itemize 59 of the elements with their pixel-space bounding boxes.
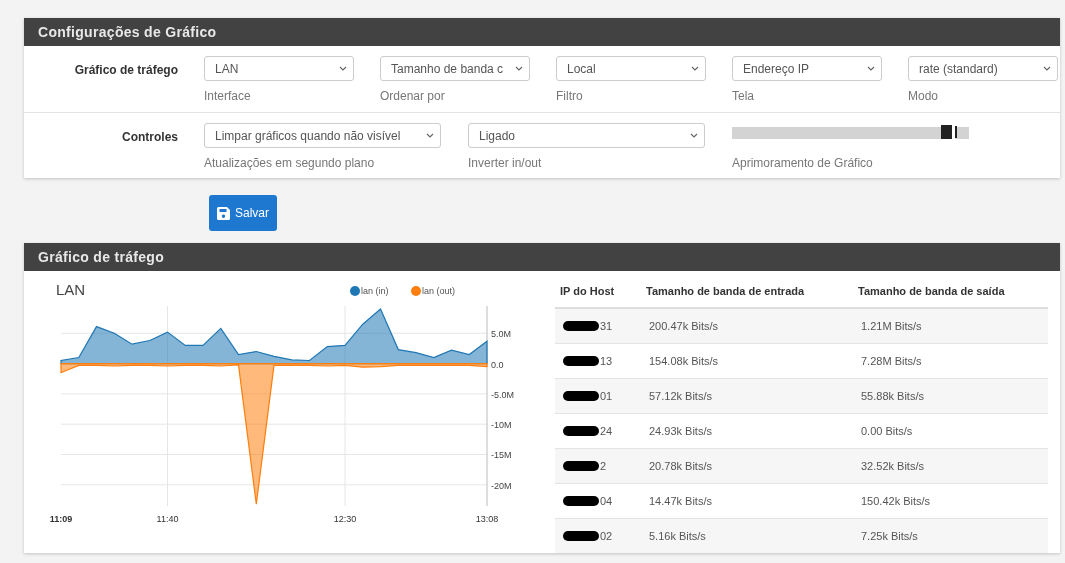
host-ip-text: 31 [600, 319, 613, 332]
host-ip-text: 24 [600, 424, 613, 437]
select-field[interactable]: Endereço IP [732, 56, 882, 81]
field-caption: Modo [908, 89, 940, 103]
field-caption: Atualizações em segundo plano [204, 156, 376, 170]
y-tick-label: 0.0 [491, 359, 504, 370]
chart-title: LAN [56, 281, 86, 298]
select-field[interactable]: Ligado [468, 123, 705, 148]
host-ip-text: 01 [600, 389, 613, 402]
host-ip-text: 02 [600, 529, 613, 542]
y-tick-label: -20M [491, 480, 512, 491]
table-cell: 32.52k Bits/s [853, 448, 1048, 484]
table-cell: 1.21M Bits/s [853, 308, 1048, 344]
floppy-icon [217, 206, 230, 220]
caret-icon [690, 133, 698, 138]
table-cell: 57.12k Bits/s [641, 378, 853, 414]
row-label: Controles [121, 129, 178, 146]
select-field[interactable]: Local [556, 56, 706, 81]
y-tick-label: -15M [491, 450, 512, 461]
table-cell: 55.88k Bits/s [853, 378, 1048, 414]
save-button[interactable]: Salvar [209, 195, 277, 231]
legend-label: lan (out) [422, 286, 456, 296]
y-tick-label: -5.0M [491, 389, 514, 400]
x-tick-label: 11:09 [49, 514, 73, 524]
table-cell: 200.47k Bits/s [641, 308, 853, 344]
host-ip-text: 2 [600, 459, 607, 472]
caret-icon [867, 66, 875, 71]
slider-thumb[interactable] [941, 125, 956, 139]
panel-title: Configurações de Gráfico [24, 18, 1060, 46]
row-label: Gráfico de tráfego [73, 62, 178, 79]
select-field[interactable]: Tamanho de banda c [380, 56, 530, 81]
x-tick-label: 13:08 [475, 514, 499, 524]
field-caption: Interface [204, 89, 252, 103]
table-cell: 7.25k Bits/s [853, 518, 1048, 553]
caret-icon [1043, 66, 1051, 71]
table-cell: 20.78k Bits/s [641, 448, 853, 484]
panel-title: Gráfico de tráfego [24, 243, 1060, 271]
x-tick-label: 11:40 [156, 514, 179, 524]
field-caption: Filtro [556, 89, 584, 103]
caret-icon [691, 66, 699, 71]
field-caption: Tela [732, 89, 755, 103]
x-tick-label: 12:30 [333, 514, 357, 524]
host-ip-text: 13 [600, 354, 613, 367]
select-field[interactable]: rate (standard) [908, 56, 1058, 81]
field-caption: Inverter in/out [468, 156, 543, 170]
legend-dot [350, 286, 360, 296]
select-field[interactable]: Limpar gráficos quando não visível [204, 123, 441, 148]
caret-icon [339, 66, 347, 71]
caret-icon [426, 133, 434, 138]
table-cell: 5.16k Bits/s [641, 518, 853, 553]
legend-label: lan (in) [361, 286, 389, 296]
field-caption: Aprimoramento de Gráfico [732, 156, 874, 170]
field-caption: Ordenar por [380, 89, 446, 103]
host-ip-text: 04 [600, 494, 613, 507]
select-field[interactable]: LAN [204, 56, 354, 81]
y-tick-label: 5.0M [491, 329, 511, 340]
caret-icon [515, 66, 523, 71]
y-tick-label: -10M [491, 420, 512, 431]
legend-dot [411, 286, 421, 296]
